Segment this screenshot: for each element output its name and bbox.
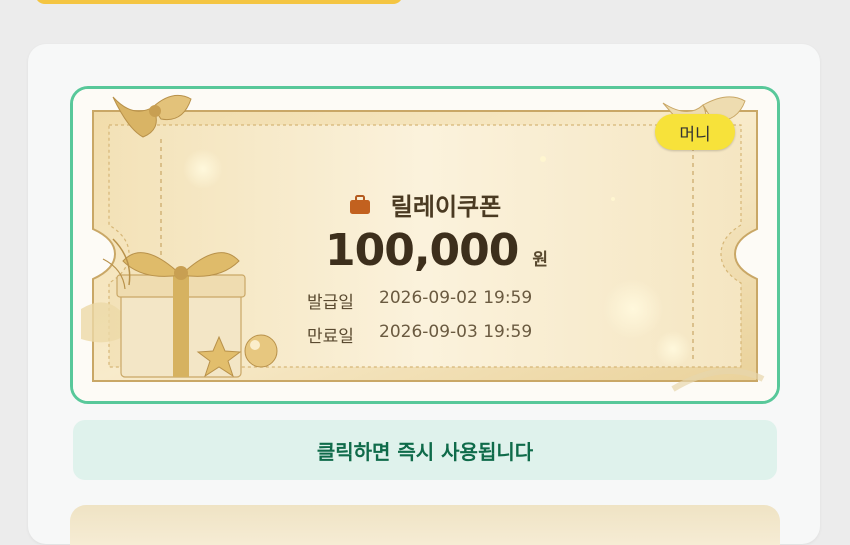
issued-date-row: 발급일 2026-09-02 19:59 <box>307 288 532 313</box>
expires-label: 만료일 <box>307 327 354 347</box>
currency-unit: 원 <box>532 250 549 270</box>
money-badge: 머니 <box>655 114 735 150</box>
issued-value: 2026-09-02 19:59 <box>379 288 533 308</box>
issued-label: 발급일 <box>307 293 354 313</box>
top-banner-edge <box>35 0 403 4</box>
coupon-title-row: 릴레이쿠폰 <box>73 187 777 222</box>
coupon-card[interactable]: 머니 릴레이쿠폰 100,000 원 발급일 2026-09-02 19:59 … <box>70 86 780 404</box>
next-coupon-card[interactable] <box>70 505 780 545</box>
coupon-amount: 100,000 <box>325 225 519 276</box>
expires-date-row: 만료일 2026-09-03 19:59 <box>307 322 532 347</box>
use-coupon-label: 클릭하면 즉시 사용됩니다 <box>316 439 534 464</box>
coupon-title: 릴레이쿠폰 <box>390 193 502 221</box>
use-coupon-button[interactable]: 클릭하면 즉시 사용됩니다 <box>73 420 777 480</box>
briefcase-icon <box>349 194 370 214</box>
coupon-amount-row: 100,000 원 <box>325 225 548 276</box>
expires-value: 2026-09-03 19:59 <box>379 322 533 342</box>
